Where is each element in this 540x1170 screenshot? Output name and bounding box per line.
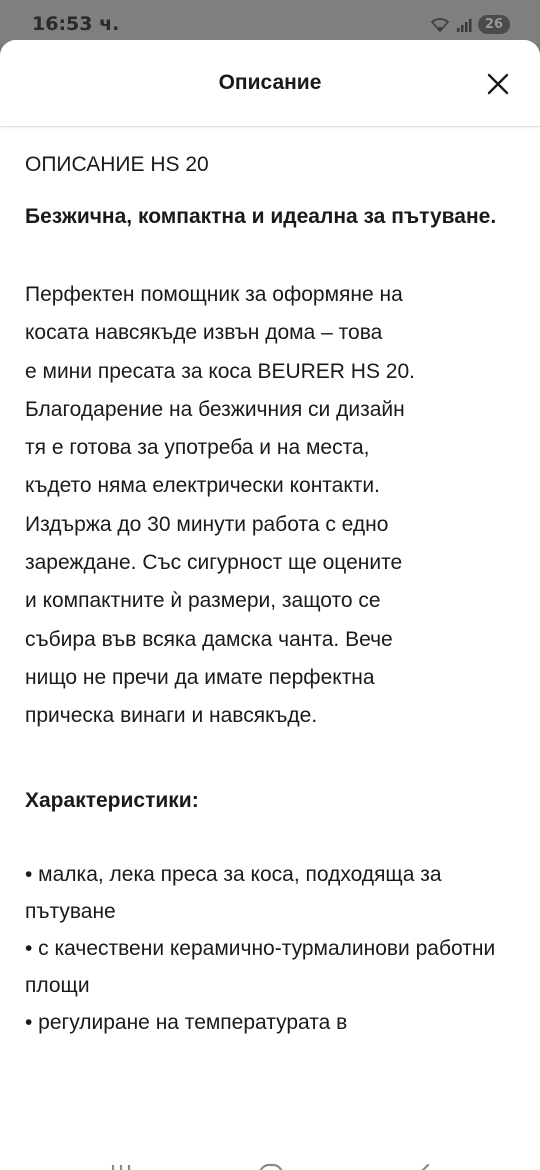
paragraph-line: тя е готова за употреба и на места, — [25, 436, 370, 460]
paragraph-line: събира във всяка дамска чанта. Вече — [25, 627, 393, 651]
list-item: • малка, лека преса за коса, подходяща з… — [25, 862, 442, 923]
description-subheading: Безжична, компактна и идеална за пътуван… — [25, 205, 497, 228]
status-icons: 26 — [430, 15, 510, 34]
recent-apps-icon[interactable] — [106, 1161, 136, 1170]
paragraph-line: прическа винаги и навсякъде. — [25, 704, 318, 728]
navigation-bar — [0, 1133, 540, 1170]
paragraph-line: Благодарение на безжичния си дизайн — [25, 397, 405, 421]
paragraph-line: Перфектен помощник за оформяне на — [25, 283, 403, 306]
paragraph-line: косата навсякъде извън дома – това — [25, 321, 383, 345]
paragraph-line: зареждане. Със сигурност ще оцените — [25, 551, 403, 575]
home-icon[interactable] — [256, 1161, 286, 1170]
status-bar: 16:53 ч. 26 — [0, 0, 540, 44]
description-content: ОПИСАНИЕ HS 20 Безжична, компактна и иде… — [25, 140, 520, 1041]
features-title: Характеристики: — [25, 788, 199, 812]
close-icon[interactable] — [486, 72, 510, 96]
paragraph-line: където няма електрически контакти. — [25, 474, 380, 498]
back-icon[interactable] — [408, 1161, 438, 1170]
description-paragraph: Перфектен помощник за оформяне на косата… — [25, 276, 520, 736]
wifi-icon — [430, 17, 450, 32]
signal-icon — [456, 18, 472, 32]
paragraph-line: е мини пресата за коса BEURER HS 20. — [25, 359, 415, 383]
paragraph-line: и компактните ѝ размери, защото се — [25, 589, 381, 613]
description-heading: ОПИСАНИЕ HS 20 — [25, 153, 209, 176]
sheet-title: Описание — [218, 71, 322, 94]
paragraph-line: нищо не пречи да имате перфектна — [25, 665, 375, 689]
battery-icon: 26 — [477, 15, 510, 34]
list-item: • с качествени керамично-турмалинови раб… — [25, 936, 496, 997]
list-item: • регулиране на температурата в — [25, 1010, 348, 1034]
status-time: 16:53 ч. — [32, 13, 120, 35]
features-list: • малка, лека преса за коса, подходяща з… — [25, 856, 520, 1041]
sheet-header: Описание — [0, 40, 540, 127]
paragraph-line: Издържа до 30 минути работа с едно — [25, 512, 389, 536]
description-sheet: Описание ОПИСАНИЕ HS 20 Безжична, компак… — [0, 40, 540, 1170]
